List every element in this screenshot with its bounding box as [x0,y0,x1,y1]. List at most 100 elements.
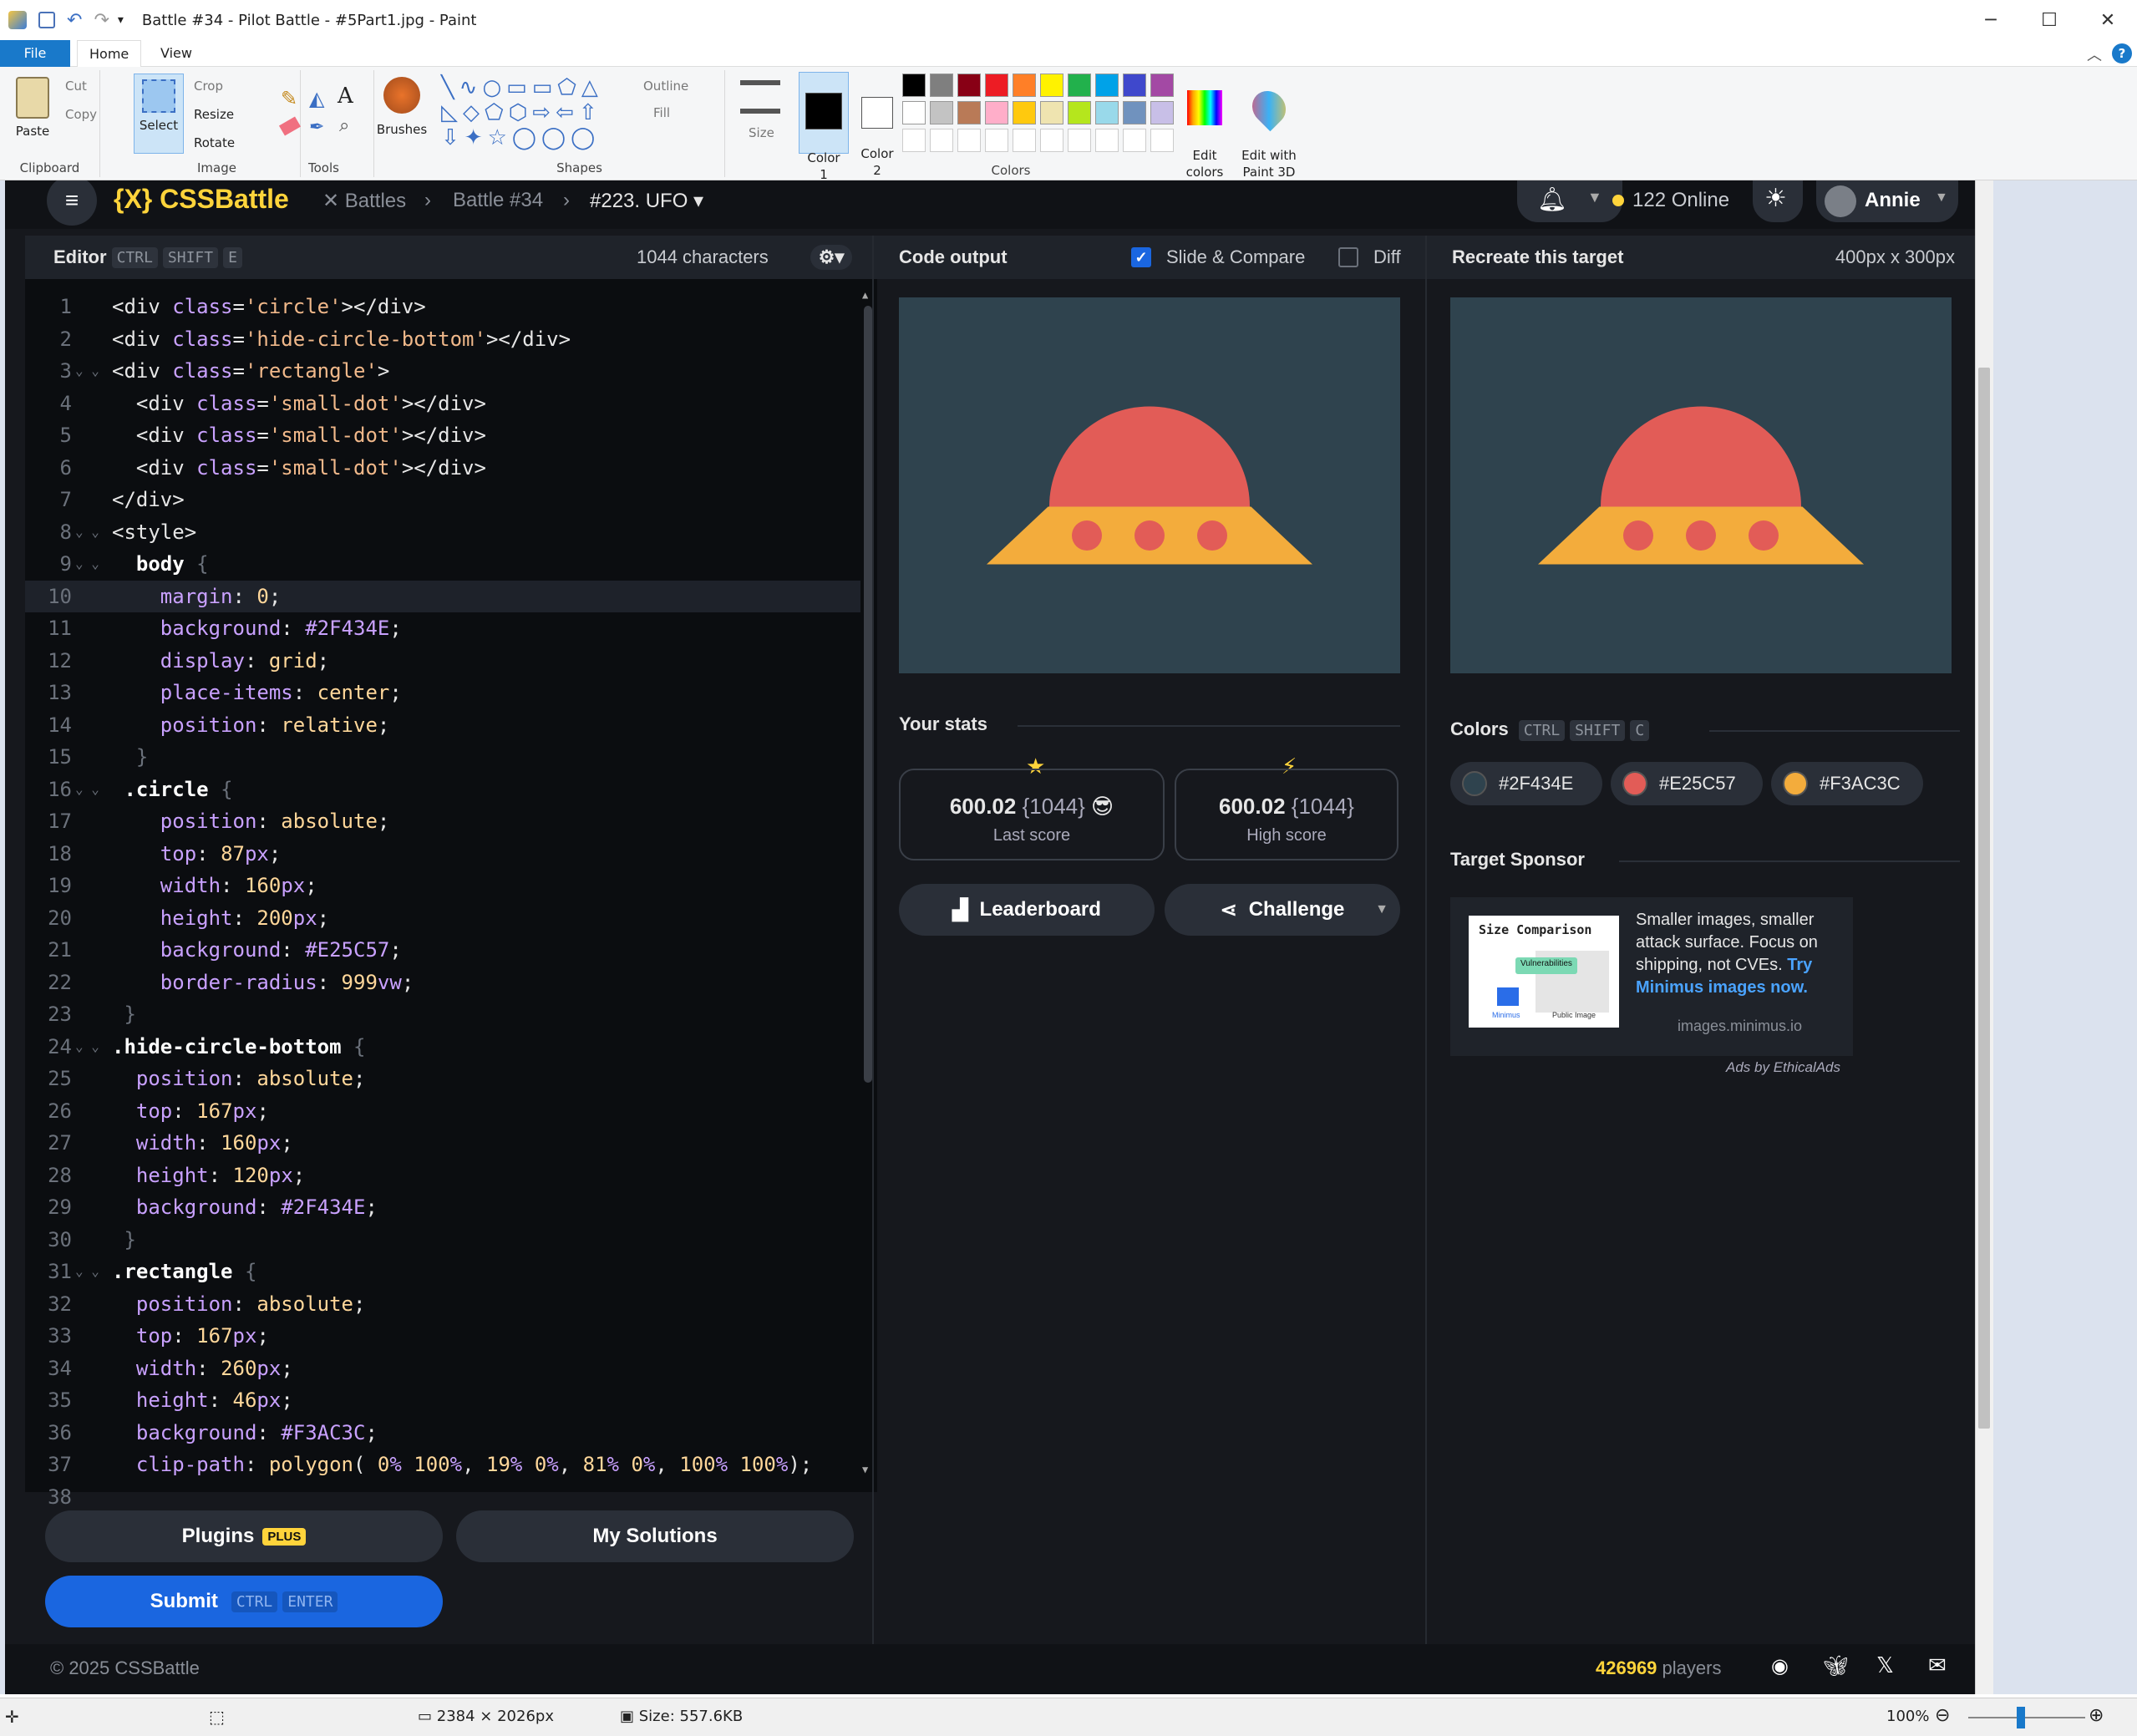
notifications-button[interactable]: 🔔︎ ▼ [1517,180,1622,222]
code-line[interactable]: 22 border-radius: 999vw; [25,967,860,999]
color1-button[interactable]: Color 1 [799,72,849,182]
zoom-out-icon[interactable]: ⊖ [1935,1705,1950,1726]
palette-swatch[interactable] [985,129,1008,152]
code-line[interactable]: 7 </div> [25,484,860,516]
plugins-button[interactable]: Plugins PLUS [45,1510,443,1562]
challenge-dropdown-icon[interactable]: ▼ [1375,902,1388,917]
color2-button[interactable]: Color 2 [852,72,902,178]
palette-swatch[interactable] [930,74,953,97]
close-button[interactable]: ✕ [2079,0,2137,40]
code-output-preview[interactable] [899,297,1400,673]
palette-swatch[interactable] [1150,129,1174,152]
code-line[interactable]: 14 position: relative; [25,709,860,742]
palette-swatch[interactable] [1123,129,1146,152]
breadcrumb-battles[interactable]: ✕ Battles [322,189,406,213]
fold-chevron-icon[interactable]: ⌄ ⌄ [75,1256,99,1288]
color-picker-icon[interactable]: ✒ [309,117,324,138]
collapse-ribbon-icon[interactable]: ︿ [2087,43,2102,65]
breadcrumb-battle[interactable]: Battle #34 [453,189,543,212]
palette-swatch[interactable] [985,74,1008,97]
code-line[interactable]: 4 <div class='small-dot'></div> [25,388,860,420]
user-menu[interactable]: Annie ▼ [1816,180,1958,222]
palette-swatch[interactable] [930,129,953,152]
code-line[interactable]: 23 } [25,998,860,1031]
tab-home[interactable]: Home [77,40,142,67]
code-line[interactable]: 26 top: 167px; [25,1095,860,1128]
code-line[interactable]: 37 clip-path: polygon( 0% 100%, 19% 0%, … [25,1449,860,1481]
code-line[interactable]: 6 <div class='small-dot'></div> [25,452,860,485]
tab-file[interactable]: File [0,40,70,67]
palette-swatch[interactable] [1068,74,1091,97]
pencil-icon[interactable]: ✎ [281,87,297,110]
shapes-gallery[interactable]: ╲∿○▭▭⬠△ ◺◇⬠⬡⇨⇦⇧ ⇩✦☆◯◯◯ [441,75,627,150]
diff-checkbox[interactable] [1338,247,1358,267]
code-line[interactable]: 9 ⌄ ⌄ body { [25,548,860,581]
code-line[interactable]: 5 <div class='small-dot'></div> [25,419,860,452]
bluesky-icon[interactable]: 🦋︎ [1823,1654,1848,1678]
my-solutions-button[interactable]: My Solutions [456,1510,854,1562]
code-line[interactable]: 34 width: 260px; [25,1353,860,1385]
submit-button[interactable]: Submit CTRL ENTER [45,1576,443,1627]
outline-button[interactable]: Outline [643,79,688,94]
fill-button[interactable]: Fill [653,105,670,120]
challenge-button[interactable]: ⋖ Challenge ▼ [1165,884,1400,936]
edit-colors-button[interactable]: Edit colors [1181,74,1228,180]
crop-button[interactable]: Crop [194,79,223,94]
code-line[interactable]: 13 place-items: center; [25,677,860,709]
color-chip-2[interactable]: #E25C57 [1611,762,1763,805]
palette-swatch[interactable] [1095,101,1119,124]
resize-button[interactable]: Resize [194,107,234,122]
leaderboard-button[interactable]: ▟ Leaderboard [899,884,1155,936]
help-icon[interactable]: ? [2112,43,2132,63]
fold-chevron-icon[interactable]: ⌄ ⌄ [75,548,99,581]
code-line[interactable]: 18 top: 87px; [25,838,860,871]
palette-swatch[interactable] [1095,74,1119,97]
zoom-slider-thumb[interactable] [2017,1707,2025,1728]
fold-chevron-icon[interactable]: ⌄ ⌄ [75,774,99,806]
code-line[interactable]: 16 ⌄ ⌄ .circle { [25,774,860,806]
code-line[interactable]: 36 background: #F3AC3C; [25,1417,860,1449]
palette-swatch[interactable] [1040,74,1063,97]
quick-access-dropdown-icon[interactable]: ▾ [118,13,124,27]
code-line[interactable]: 31 ⌄ ⌄ .rectangle { [25,1256,860,1288]
code-line[interactable]: 19 width: 160px; [25,870,860,902]
code-line[interactable]: 35 height: 46px; [25,1384,860,1417]
theme-toggle[interactable]: ☀ [1753,180,1803,222]
code-line[interactable]: 28 height: 120px; [25,1160,860,1192]
cssbattle-logo[interactable]: {X} CSSBattle [114,184,289,215]
slide-compare-checkbox[interactable]: ✓ [1131,247,1151,267]
ethicalads-link[interactable]: Ads by EthicalAds [1726,1059,1840,1076]
paste-button[interactable]: Paste [12,77,53,139]
palette-swatch[interactable] [930,101,953,124]
palette-swatch[interactable] [1068,101,1091,124]
discord-icon[interactable]: ◉ [1771,1654,1789,1678]
fold-chevron-icon[interactable]: ⌄ ⌄ [75,516,99,549]
palette-swatch[interactable] [1123,74,1146,97]
editor-scroll-thumb[interactable] [864,306,872,1083]
zoom-in-icon[interactable]: ⊕ [2089,1705,2104,1726]
paint3d-button[interactable]: Edit with Paint 3D [1238,74,1300,180]
code-line[interactable]: 12 display: grid; [25,645,860,678]
mail-icon[interactable]: ✉ [1928,1652,1947,1678]
cut-button[interactable]: Cut [65,79,87,94]
settings-gear-icon[interactable]: ⚙▾ [810,245,852,270]
code-line[interactable]: 2 <div class='hide-circle-bottom'></div> [25,323,860,356]
palette-swatch[interactable] [1123,101,1146,124]
paint-scroll-thumb[interactable] [1978,368,1990,1429]
minimize-button[interactable]: ─ [1962,0,2020,40]
code-line[interactable]: 1 <div class='circle'></div> [25,291,860,323]
text-icon[interactable]: A [338,84,353,109]
palette-swatch[interactable] [985,101,1008,124]
palette-swatch[interactable] [1150,74,1174,97]
magnifier-icon[interactable]: ⌕ [339,115,349,136]
menu-button[interactable]: ≡ [47,180,97,226]
code-line[interactable]: 10 margin: 0; [25,580,860,612]
sponsor-domain[interactable]: images.minimus.io [1678,1018,1802,1035]
palette-swatch[interactable] [1013,101,1036,124]
color-chip-1[interactable]: #2F434E [1450,762,1602,805]
undo-icon[interactable]: ↶ [67,10,82,31]
code-line[interactable]: 27 width: 160px; [25,1127,860,1160]
palette-swatch[interactable] [957,74,981,97]
code-line[interactable]: 38 [25,1481,860,1514]
fill-icon[interactable]: ◭ [309,87,324,110]
